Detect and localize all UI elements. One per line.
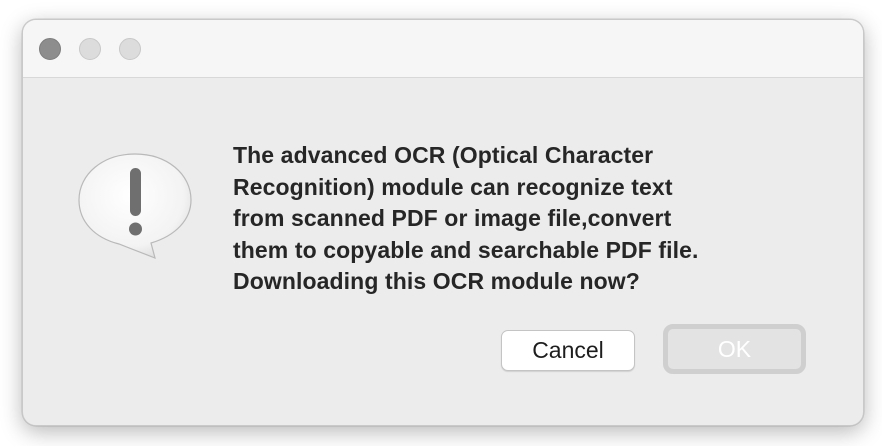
alert-dialog: The advanced OCR (Optical Character Reco… (22, 19, 864, 426)
close-window-button[interactable] (39, 38, 61, 60)
message-line: Recognition) module can recognize text (233, 173, 673, 200)
message-line: Downloading this OCR module now? (233, 268, 640, 294)
alert-message: The advanced OCR (Optical Character Reco… (233, 140, 793, 298)
minimize-window-button[interactable] (79, 38, 101, 60)
message-line: them to copyable and searchable PDF file… (233, 236, 699, 263)
alert-caution-icon (78, 153, 192, 259)
cancel-button[interactable]: Cancel (501, 330, 635, 371)
zoom-window-button[interactable] (119, 38, 141, 60)
ok-button[interactable]: OK (663, 324, 806, 374)
message-line: The advanced OCR (Optical Character (233, 142, 654, 168)
title-bar (23, 20, 863, 78)
message-line: from scanned PDF or image file,convert (233, 205, 672, 231)
